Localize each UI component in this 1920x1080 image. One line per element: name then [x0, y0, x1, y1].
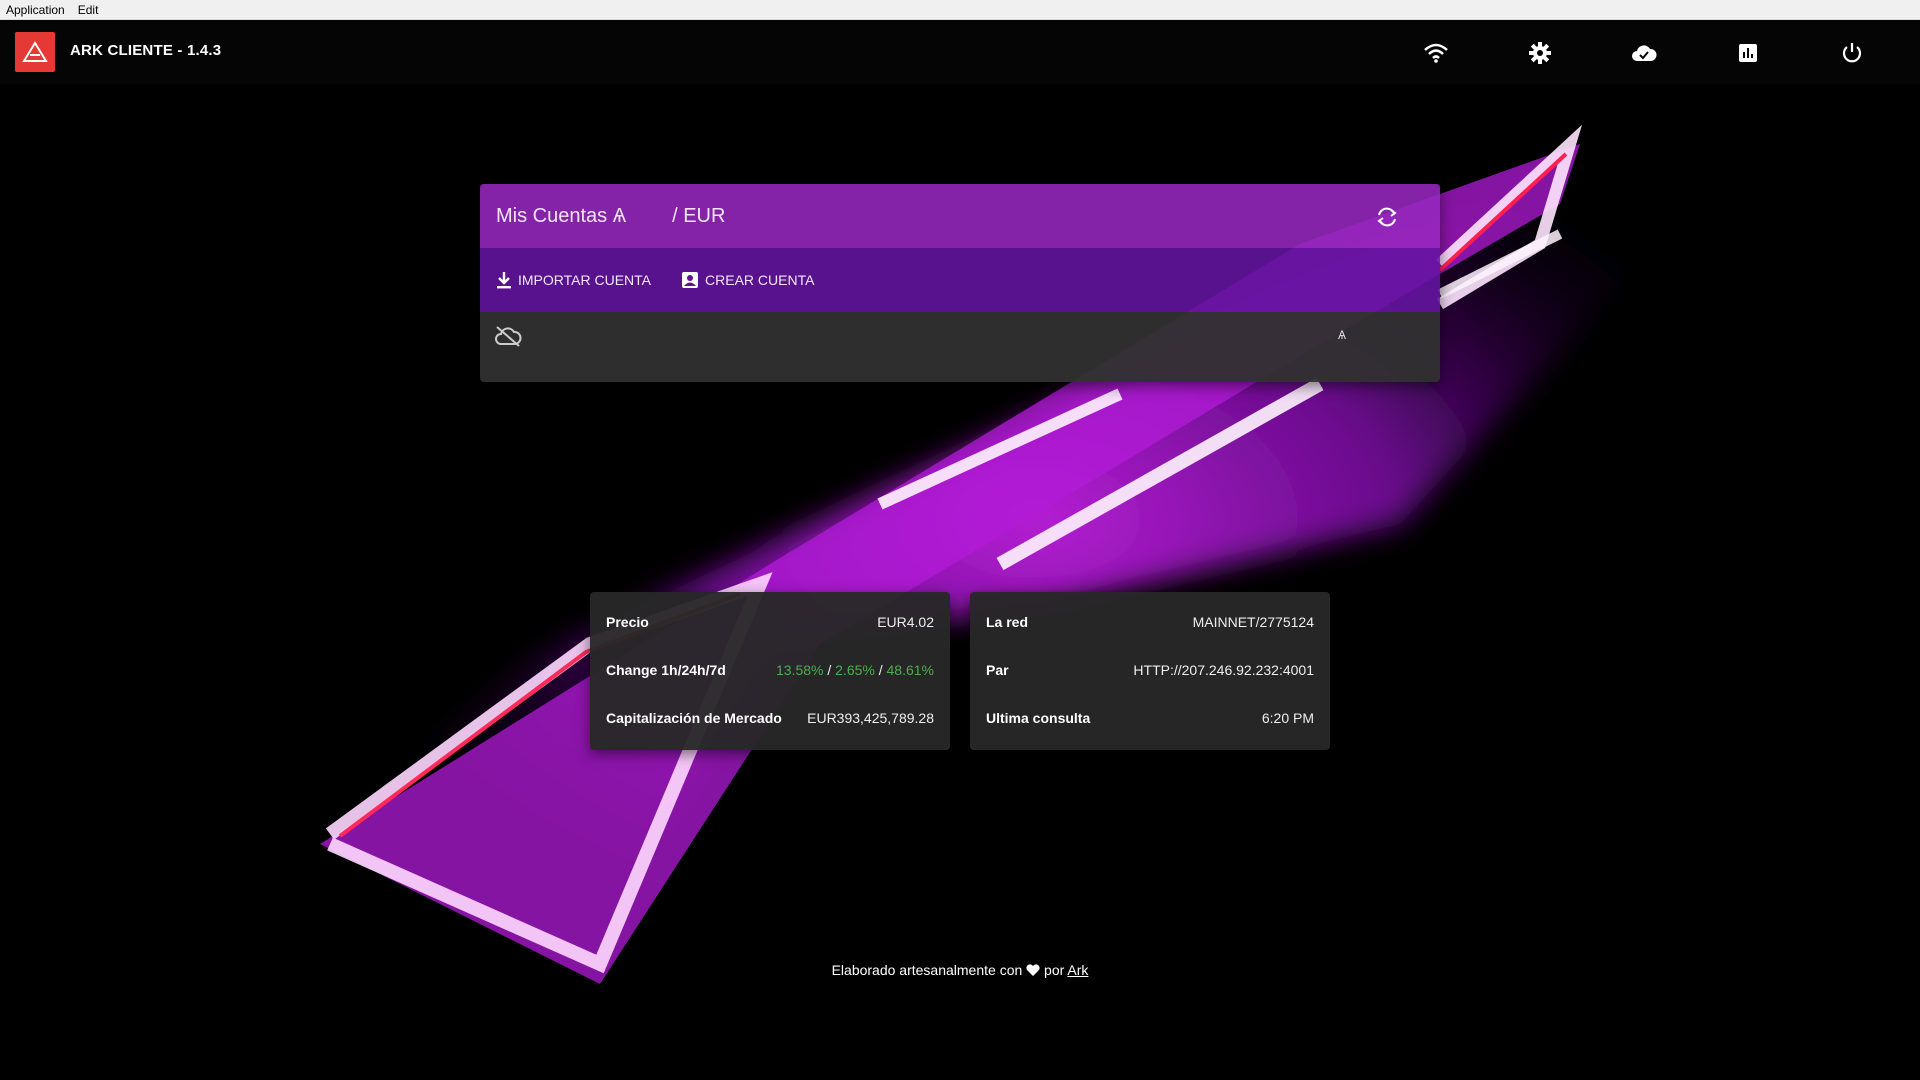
peer-value: HTTP://207.246.92.232:4001: [1133, 662, 1314, 678]
network-label: La red: [986, 614, 1029, 630]
change-7d: 48.61%: [886, 662, 934, 678]
app-title: ARK CLIENTE - 1.4.3: [70, 42, 222, 59]
import-account-label: IMPORTAR CUENTA: [518, 272, 652, 288]
market-cap-label: Capitalización de Mercado: [606, 710, 782, 726]
refresh-icon[interactable]: [1374, 204, 1400, 230]
account-box-icon: [682, 272, 699, 288]
peer-label: Par: [986, 662, 1009, 678]
change-24h: 2.65%: [835, 662, 875, 678]
power-icon[interactable]: [1838, 40, 1866, 66]
change-1h: 13.58%: [775, 662, 824, 678]
market-cap-value: EUR393,425,789.28: [807, 710, 934, 726]
change-label: Change 1h/24h/7d: [606, 662, 726, 678]
footer: Elaborado artesanalmente con por Ark: [0, 962, 1920, 978]
create-account-button[interactable]: CREAR CUENTA: [681, 271, 814, 289]
footer-middle: por: [1044, 962, 1065, 978]
os-menubar: Application Edit: [0, 0, 1920, 20]
change-sep-1: /: [827, 662, 832, 678]
heart-icon: [1026, 964, 1040, 976]
market-cap-row: Capitalización de Mercado EUR393,425,789…: [606, 694, 934, 742]
download-icon: [497, 272, 511, 289]
peer-row: Par HTTP://207.246.92.232:4001: [986, 646, 1314, 694]
accounts-panel: Mis Cuentas Ѧ / EUR IMPORTAR CUENTA CREA…: [480, 184, 1440, 382]
network-value: MAINNET/2775124: [1192, 614, 1314, 630]
network-card: La red MAINNET/2775124 Par HTTP://207.24…: [970, 592, 1330, 750]
last-check-value: 6:20 PM: [1261, 710, 1314, 726]
create-account-label: CREAR CUENTA: [705, 272, 815, 288]
ark-logo-icon: [22, 41, 48, 62]
price-row: Precio EUR4.02: [606, 598, 934, 646]
cloud-off-icon: [495, 326, 522, 347]
market-card: Precio EUR4.02 Change 1h/24h/7d 13.58% /…: [590, 592, 950, 750]
footer-prefix: Elaborado artesanalmente con: [831, 962, 1023, 978]
accounts-header: Mis Cuentas Ѧ / EUR: [480, 184, 1440, 248]
accounts-currency: / EUR: [672, 204, 726, 227]
app-toolbar: ARK CLIENTE - 1.4.3: [0, 20, 1920, 84]
ark-logo[interactable]: [15, 32, 55, 72]
change-row: Change 1h/24h/7d 13.58% / 2.65% / 48.61%: [606, 646, 934, 694]
accounts-actions: IMPORTAR CUENTA CREAR CUENTA: [480, 248, 1440, 312]
menu-application[interactable]: Application: [6, 3, 65, 17]
cloud-done-icon[interactable]: [1630, 40, 1658, 66]
network-row: La red MAINNET/2775124: [986, 598, 1314, 646]
import-account-button[interactable]: IMPORTAR CUENTA: [496, 271, 651, 289]
accounts-body: Ѧ: [480, 312, 1440, 382]
ark-link[interactable]: Ark: [1067, 962, 1088, 978]
change-values: 13.58% / 2.65% / 48.61%: [776, 662, 934, 678]
last-check-row: Ultima consulta 6:20 PM: [986, 694, 1314, 742]
price-value: EUR4.02: [877, 614, 934, 630]
menu-edit[interactable]: Edit: [78, 3, 99, 17]
price-label: Precio: [606, 614, 649, 630]
chart-icon[interactable]: [1734, 40, 1762, 66]
accounts-title: Mis Cuentas Ѧ: [496, 204, 627, 227]
change-sep-2: /: [878, 662, 883, 678]
wifi-icon[interactable]: [1422, 40, 1450, 66]
settings-icon[interactable]: [1526, 40, 1554, 66]
last-check-label: Ultima consulta: [986, 710, 1091, 726]
ark-symbol: Ѧ: [1338, 328, 1347, 342]
